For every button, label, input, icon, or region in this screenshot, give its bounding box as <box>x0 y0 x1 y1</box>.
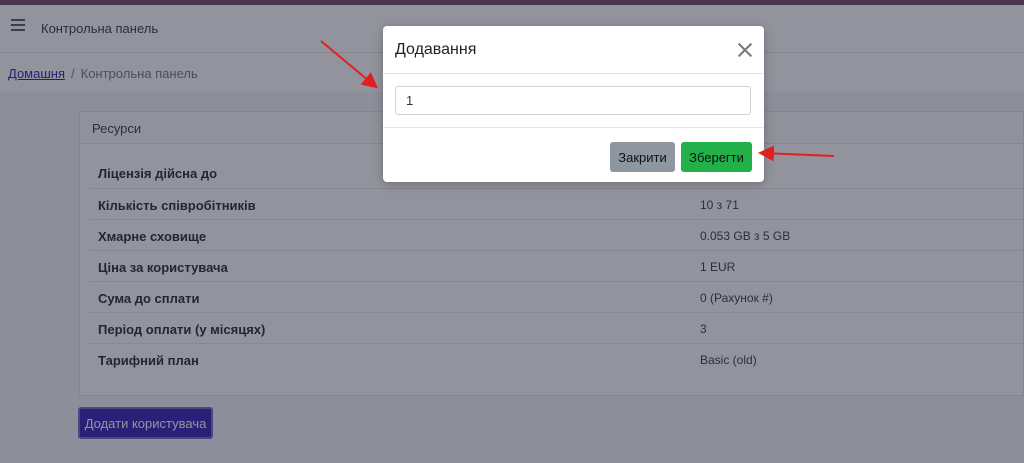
close-icon[interactable] <box>737 42 753 58</box>
close-button[interactable]: Закрити <box>610 142 675 172</box>
add-modal: Додавання Закрити Зберегти <box>383 26 764 182</box>
modal-footer: Закрити Зберегти <box>383 128 764 182</box>
quantity-input[interactable] <box>395 86 751 115</box>
save-button[interactable]: Зберегти <box>681 142 752 172</box>
modal-title: Додавання <box>395 41 477 58</box>
modal-header: Додавання <box>383 26 764 74</box>
modal-body <box>383 74 764 128</box>
